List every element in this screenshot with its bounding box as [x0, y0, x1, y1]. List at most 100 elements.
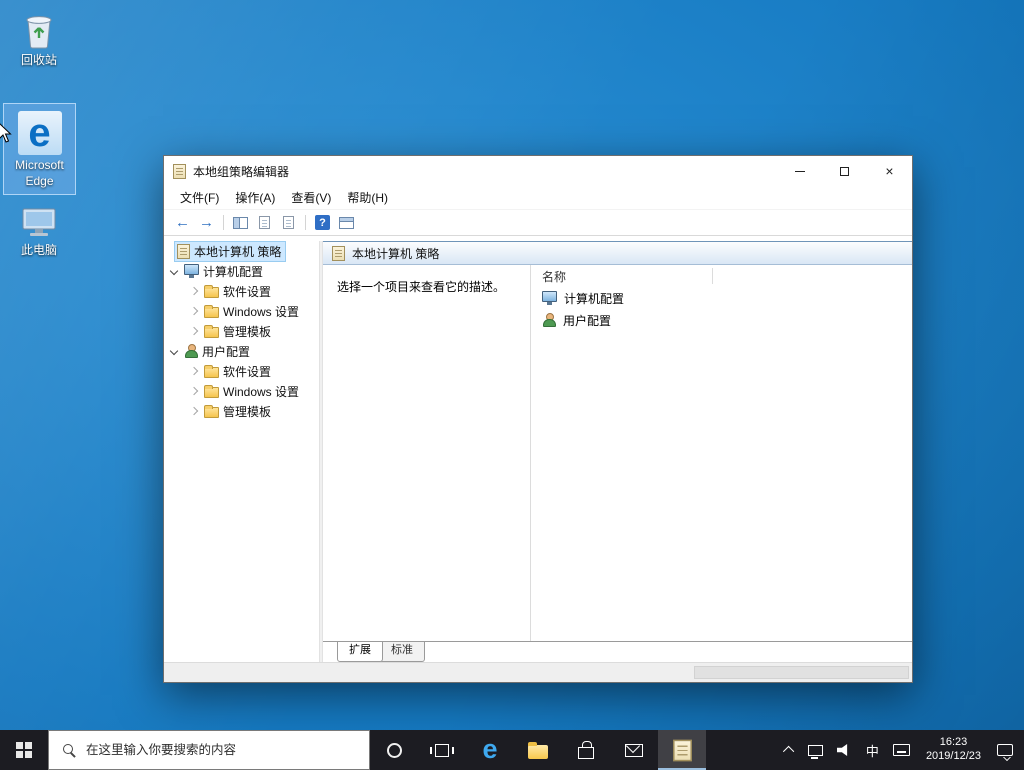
mouse-cursor [0, 123, 12, 143]
action-center-button[interactable] [990, 730, 1020, 770]
recycle-bin-icon [26, 16, 52, 49]
tree-item-computer-admin-templates[interactable]: 管理模板 [164, 321, 319, 341]
computer-icon [542, 290, 557, 305]
search-input[interactable] [86, 743, 369, 757]
tree-item-label: 本地计算机 策略 [194, 244, 282, 259]
mail-envelope-icon [625, 743, 643, 757]
chevron-collapsed-icon[interactable] [189, 326, 200, 337]
menu-action[interactable]: 操作(A) [227, 186, 283, 209]
properties-button[interactable] [253, 212, 276, 233]
export-list-button[interactable] [277, 212, 300, 233]
document-icon [259, 216, 270, 229]
chevron-up-icon [782, 745, 795, 758]
folder-icon [204, 385, 219, 398]
volume-tray-button[interactable] [830, 730, 859, 770]
tree-item-computer-software-settings[interactable]: 软件设置 [164, 281, 319, 301]
desktop-icon-recycle-bin[interactable]: 回收站 [8, 10, 70, 69]
minimize-button[interactable] [777, 156, 822, 186]
export-list-icon [283, 216, 294, 229]
desktop-icon-label: 回收站 [20, 53, 57, 67]
window-toolbar: ← → ? [164, 209, 912, 236]
tree-item-computer-windows-settings[interactable]: Windows 设置 [164, 301, 319, 321]
maximize-button[interactable] [822, 156, 867, 186]
tab-extended[interactable]: 扩展 [337, 642, 383, 662]
tray-overflow-button[interactable] [779, 730, 801, 770]
file-explorer-button[interactable] [514, 730, 562, 770]
toolbar-separator [305, 215, 306, 230]
notification-icon [997, 744, 1013, 756]
back-button[interactable]: ← [171, 212, 194, 233]
back-icon: ← [175, 214, 190, 231]
close-button[interactable]: × [867, 156, 912, 186]
tree-item-label: 软件设置 [223, 364, 272, 379]
tree-item-label: 管理模板 [223, 404, 272, 419]
edge-icon: e [17, 111, 62, 155]
column-header-label: 名称 [542, 269, 567, 284]
tree-item-local-computer-policy[interactable]: 本地计算机 策略 [164, 241, 319, 262]
show-console-tree-button[interactable] [229, 212, 252, 233]
tree-item-user-windows-settings[interactable]: Windows 设置 [164, 381, 319, 401]
edge-taskbar-button[interactable]: e [466, 730, 514, 770]
horizontal-scrollbar[interactable] [164, 662, 912, 682]
store-button[interactable] [562, 730, 610, 770]
result-list: 名称 计算机配置 用户配置 [531, 265, 912, 641]
menu-help[interactable]: 帮助(H) [339, 186, 396, 209]
cortana-button[interactable] [370, 730, 418, 770]
table-view-icon [339, 216, 354, 229]
desktop[interactable]: 回收站 e Microsoft Edge 此电脑 本地组策略编辑器 × 文件(F… [0, 0, 1024, 730]
result-pane-body: 选择一个项目来查看它的描述。 名称 计算机配置 用户配置 [323, 265, 912, 641]
list-item-user-config[interactable]: 用户配置 [531, 309, 912, 331]
chevron-expanded-icon[interactable] [169, 266, 180, 277]
console-tree-pane: 本地计算机 策略 计算机配置 软件设置 Windows 设置 管理模板 用户配置… [164, 241, 319, 662]
tree-item-user-software-settings[interactable]: 软件设置 [164, 361, 319, 381]
tree-item-user-admin-templates[interactable]: 管理模板 [164, 401, 319, 421]
chevron-collapsed-icon[interactable] [189, 366, 200, 377]
result-pane-header: 本地计算机 策略 [323, 241, 912, 265]
ime-label: 中 [865, 743, 879, 759]
taskbar-search[interactable] [48, 730, 370, 770]
cortana-icon [386, 742, 402, 758]
tray-time: 16:23 [939, 736, 968, 749]
touch-keyboard-button[interactable] [886, 730, 917, 770]
menu-view[interactable]: 查看(V) [283, 186, 339, 209]
tree-item-label: 软件设置 [223, 284, 272, 299]
volume-icon [836, 744, 848, 756]
help-button[interactable]: ? [311, 212, 334, 233]
network-tray-button[interactable] [801, 730, 830, 770]
menu-file[interactable]: 文件(F) [172, 186, 227, 209]
gpedit-taskbar-button[interactable] [658, 730, 706, 770]
desktop-icon-label: 此电脑 [20, 243, 57, 257]
clock[interactable]: 16:23 2019/12/23 [917, 730, 990, 770]
window-titlebar[interactable]: 本地组策略编辑器 × [164, 156, 912, 186]
desktop-icon-edge[interactable]: e Microsoft Edge [3, 103, 76, 196]
chevron-collapsed-icon[interactable] [189, 306, 200, 317]
maximize-icon [840, 166, 849, 176]
chevron-collapsed-icon[interactable] [189, 386, 200, 397]
chevron-expanded-icon[interactable] [169, 346, 180, 357]
window-title: 本地组策略编辑器 [193, 164, 290, 179]
task-view-button[interactable] [418, 730, 466, 770]
tree-item-label: Windows 设置 [223, 304, 300, 319]
forward-icon: → [199, 214, 214, 231]
list-item-computer-config[interactable]: 计算机配置 [531, 287, 912, 309]
result-pane-title: 本地计算机 策略 [352, 246, 440, 261]
desktop-icon-this-pc[interactable]: 此电脑 [8, 206, 70, 259]
column-header-name[interactable]: 名称 [531, 265, 912, 287]
chevron-collapsed-icon[interactable] [189, 406, 200, 417]
scrollbar-thumb[interactable] [694, 666, 909, 679]
tree-item-user-config[interactable]: 用户配置 [164, 341, 319, 361]
network-icon [807, 744, 823, 759]
tree-selection: 本地计算机 策略 [174, 241, 287, 262]
chevron-collapsed-icon[interactable] [189, 286, 200, 297]
mail-button[interactable] [610, 730, 658, 770]
view-button[interactable] [335, 212, 358, 233]
view-tabs: 扩展 标准 [323, 641, 912, 662]
edge-icon: e [482, 734, 498, 765]
ime-indicator[interactable]: 中 [859, 730, 886, 770]
forward-button[interactable]: → [195, 212, 218, 233]
tree-item-computer-config[interactable]: 计算机配置 [164, 261, 319, 281]
start-button[interactable] [0, 730, 48, 770]
description-text: 选择一个项目来查看它的描述。 [323, 265, 531, 641]
windows-logo-icon [16, 742, 32, 758]
tab-standard[interactable]: 标准 [379, 642, 425, 662]
